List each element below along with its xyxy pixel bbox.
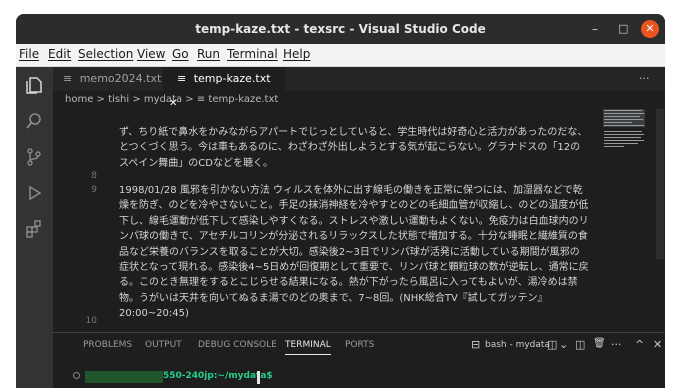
maximize-panel-icon[interactable]: ^ [635,338,644,351]
line-number: 10 [85,316,97,326]
menu-selection[interactable]: Selection [78,47,133,61]
vertical-scrollbar[interactable] [656,109,664,259]
extensions-icon[interactable] [24,219,44,239]
explorer-icon[interactable] [24,75,44,95]
vscode-window: temp-kaze.txt - texsrc - Visual Studio C… [16,14,665,388]
panel-tab-problems[interactable]: PROBLEMS [83,340,132,350]
close-window-button[interactable]: ✕ [641,20,659,38]
bottom-panel: PROBLEMS OUTPUT DEBUG CONSOLE TERMINAL P… [53,332,665,388]
more-icon[interactable]: ··· [611,338,622,351]
menu-run[interactable]: Run [197,47,220,61]
close-panel-icon[interactable]: ✕ [653,338,662,351]
menu-file[interactable]: File [19,47,39,61]
terminal-icon: ⊟ [471,338,481,351]
more-actions-icon[interactable]: ··· [639,67,650,91]
menu-view[interactable]: View [137,47,165,61]
tab-label: temp-kaze.txt [193,72,271,85]
activity-bar [16,67,53,388]
panel-tab-ports[interactable]: PORTS [345,340,374,350]
file-text-icon: ≡ [177,72,187,85]
breadcrumb-separator: > [96,94,105,105]
tab-label: memo2024.txt [79,72,162,85]
terminal-line[interactable]: 550-240jp:~/mydata$ [73,371,291,385]
breadcrumb-separator: > [132,94,141,105]
run-debug-icon[interactable] [24,183,44,203]
panel-tab-terminal[interactable]: TERMINAL [285,340,331,355]
menu-edit[interactable]: Edit [48,47,71,61]
editor-area[interactable]: ず、ちり紙で鼻水をかみながらアパートでじっとしていると、学生時代は好奇心と活力が… [53,109,665,332]
chevron-down-icon[interactable]: ⌄ [559,338,568,351]
breadcrumb-item[interactable]: ≡ temp-kaze.txt [197,94,278,105]
maximize-button[interactable]: □ [618,14,628,44]
redacted-user [85,371,163,383]
layout-icon[interactable]: ◫ [575,338,585,351]
breadcrumb-item[interactable]: mydata [144,94,182,105]
line-number: 9 [91,185,97,195]
line-number: 8 [91,171,97,181]
breadcrumb-item[interactable]: home [65,94,93,105]
split-terminal-icon[interactable]: ◫ [547,338,557,351]
breadcrumb-item[interactable]: tishi [108,94,129,105]
panel-tab-debug-console[interactable]: DEBUG CONSOLE [198,340,277,350]
menu-go[interactable]: Go [172,47,189,61]
text-line[interactable]: 1998/01/28 風邪を引かない方法 ウィルスを体外に出す線毛の働きを正常に… [119,183,589,322]
tab-temp-kaze[interactable]: ≡ temp-kaze.txt ✕ [163,67,285,109]
breadcrumb: home > tishi > mydata > ≡ temp-kaze.txt [53,91,665,109]
menu-help[interactable]: Help [283,47,310,61]
breadcrumb-separator: > [185,94,194,105]
minimize-button[interactable]: – [592,14,598,44]
editor-tab-bar: ≡ memo2024.txt ≡ temp-kaze.txt ✕ ··· [53,67,665,109]
tab-memo2024[interactable]: ≡ memo2024.txt [53,67,163,91]
window-title: temp-kaze.txt - texsrc - Visual Studio C… [195,22,486,36]
minimap[interactable] [603,109,645,169]
file-text-icon: ≡ [63,72,73,85]
text-line[interactable]: ず、ちり紙で鼻水をかみながらアパートでじっとしていると、学生時代は好奇心と活力が… [119,125,589,171]
menu-terminal[interactable]: Terminal [227,47,278,61]
menu-bar: File Edit Selection View Go Run Terminal… [16,44,665,67]
search-icon[interactable] [24,111,44,131]
terminal-name[interactable]: bash - mydata [485,340,550,350]
status-circle-icon [73,372,80,379]
source-control-icon[interactable] [24,147,44,167]
title-bar: temp-kaze.txt - texsrc - Visual Studio C… [16,14,665,44]
terminal-cursor [257,371,260,384]
panel-tab-output[interactable]: OUTPUT [145,340,182,350]
trash-icon[interactable]: 🗑 [593,338,606,349]
